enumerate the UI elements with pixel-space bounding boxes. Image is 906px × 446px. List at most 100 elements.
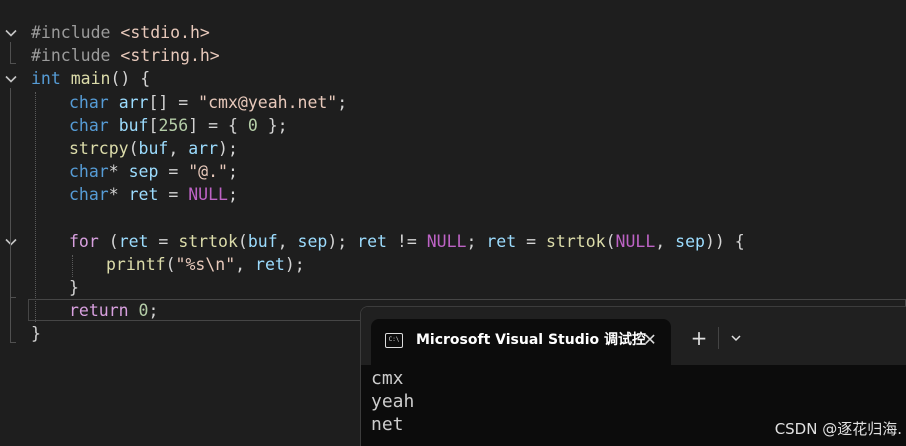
indent-guide (72, 255, 73, 277)
code-token: printf (106, 255, 166, 274)
code-token: <string.h> (120, 46, 220, 65)
code-token: buf (247, 232, 278, 251)
code-token: , (168, 139, 189, 158)
code-line-3[interactable]: int main() { (31, 67, 150, 90)
code-token: buf (138, 139, 169, 158)
code-token: }; (257, 116, 288, 135)
code-token: ); (218, 139, 238, 158)
code-token: strcpy (69, 139, 129, 158)
fold-guide (10, 250, 11, 298)
code-token: ; (228, 185, 238, 204)
terminal-tab-bar: C:\ Microsoft Visual Studio 调试控 ✕ + (361, 307, 906, 365)
code-token: "%s\n" (175, 255, 236, 274)
code-line-1[interactable]: #include <stdio.h> (31, 21, 210, 44)
code-token: ( (98, 232, 119, 251)
code-token: main (70, 69, 111, 88)
console-output-line: cmx (371, 368, 404, 389)
code-token: 0 (247, 116, 258, 135)
code-token: sep (675, 232, 705, 251)
code-token: ret (118, 232, 149, 251)
code-token: char (69, 116, 109, 135)
code-token: buf (118, 116, 149, 135)
code-token: )) { (704, 232, 745, 251)
code-line-12[interactable]: } (69, 276, 79, 299)
code-token: () { (110, 69, 151, 88)
code-token: ret (255, 255, 285, 274)
code-token: <stdio.h> (120, 23, 210, 42)
code-token: #include (31, 46, 121, 65)
code-token: [] = (148, 93, 199, 112)
code-token: ( (237, 232, 248, 251)
code-token: , (277, 232, 298, 251)
code-token: return (69, 301, 129, 320)
code-token: ret (357, 232, 387, 251)
code-token: , (235, 255, 256, 274)
code-token: char (69, 93, 109, 112)
code-line-10[interactable]: for (ret = strtok(buf, sep); ret != NULL… (69, 230, 745, 253)
indent-guide (35, 92, 36, 322)
new-tab-plus-icon[interactable]: + (687, 327, 711, 349)
terminal-tab-title: Microsoft Visual Studio 调试控 (416, 332, 647, 348)
fold-guide-end (10, 63, 16, 64)
code-token: ; (148, 301, 159, 320)
tab-separator (718, 327, 719, 349)
fold-chevron-icon[interactable] (4, 26, 18, 40)
code-token: = (158, 162, 189, 181)
code-line-13[interactable]: return 0; (69, 299, 158, 322)
code-token: [ (148, 116, 159, 135)
chevron-down-icon[interactable] (725, 327, 747, 349)
code-token: , (655, 232, 676, 251)
code-token: #include (31, 23, 121, 42)
code-token: for (69, 232, 99, 251)
console-output-line: yeah (371, 391, 415, 412)
code-token: ; (228, 162, 238, 181)
fold-guide (10, 42, 11, 64)
watermark: CSDN @逐花归海. (774, 420, 902, 438)
code-token: NULL (426, 232, 467, 251)
code-token: char (69, 185, 109, 204)
code-token: = (148, 232, 179, 251)
code-line-5[interactable]: char buf[256] = { 0 }; (69, 114, 288, 137)
terminal-tab[interactable]: C:\ Microsoft Visual Studio 调试控 ✕ (371, 319, 671, 365)
code-token: ( (128, 139, 139, 158)
code-token: 0 (138, 301, 149, 320)
code-token: "@." (188, 162, 228, 181)
code-token: ; (466, 232, 487, 251)
code-token: 256 (158, 116, 189, 135)
code-token: != (386, 232, 427, 251)
code-token: char (69, 162, 109, 181)
code-token: strtok (545, 232, 606, 251)
fold-guide (10, 88, 11, 342)
console-icon: C:\ (385, 333, 403, 348)
console-output-line: net (371, 414, 404, 435)
code-token: ret (128, 185, 159, 204)
code-line-6[interactable]: strcpy(buf, arr); (69, 137, 238, 160)
code-token: ( (165, 255, 176, 274)
fold-guide-end (10, 342, 16, 343)
code-token: * (108, 185, 129, 204)
code-token: arr (188, 139, 219, 158)
code-token: = (158, 185, 189, 204)
code-line-14[interactable]: } (31, 322, 41, 345)
code-token: ); (284, 255, 305, 274)
code-token: sep (297, 232, 328, 251)
code-token: int (31, 69, 61, 88)
code-token: } (69, 278, 79, 297)
code-line-2[interactable]: #include <string.h> (31, 44, 220, 67)
close-icon[interactable]: ✕ (639, 329, 661, 351)
code-token: "cmx@yeah.net" (198, 93, 338, 112)
code-token: ] = { (188, 116, 248, 135)
fold-chevron-icon[interactable] (4, 235, 18, 249)
code-token: arr (118, 93, 149, 112)
code-line-11[interactable]: printf("%s\n", ret); (106, 253, 305, 276)
fold-chevron-icon[interactable] (4, 72, 18, 86)
code-line-7[interactable]: char* sep = "@."; (69, 160, 238, 183)
code-line-8[interactable]: char* ret = NULL; (69, 183, 238, 206)
code-token: ; (337, 93, 348, 112)
code-line-4[interactable]: char arr[] = "cmx@yeah.net"; (69, 91, 347, 114)
code-token: sep (128, 162, 159, 181)
